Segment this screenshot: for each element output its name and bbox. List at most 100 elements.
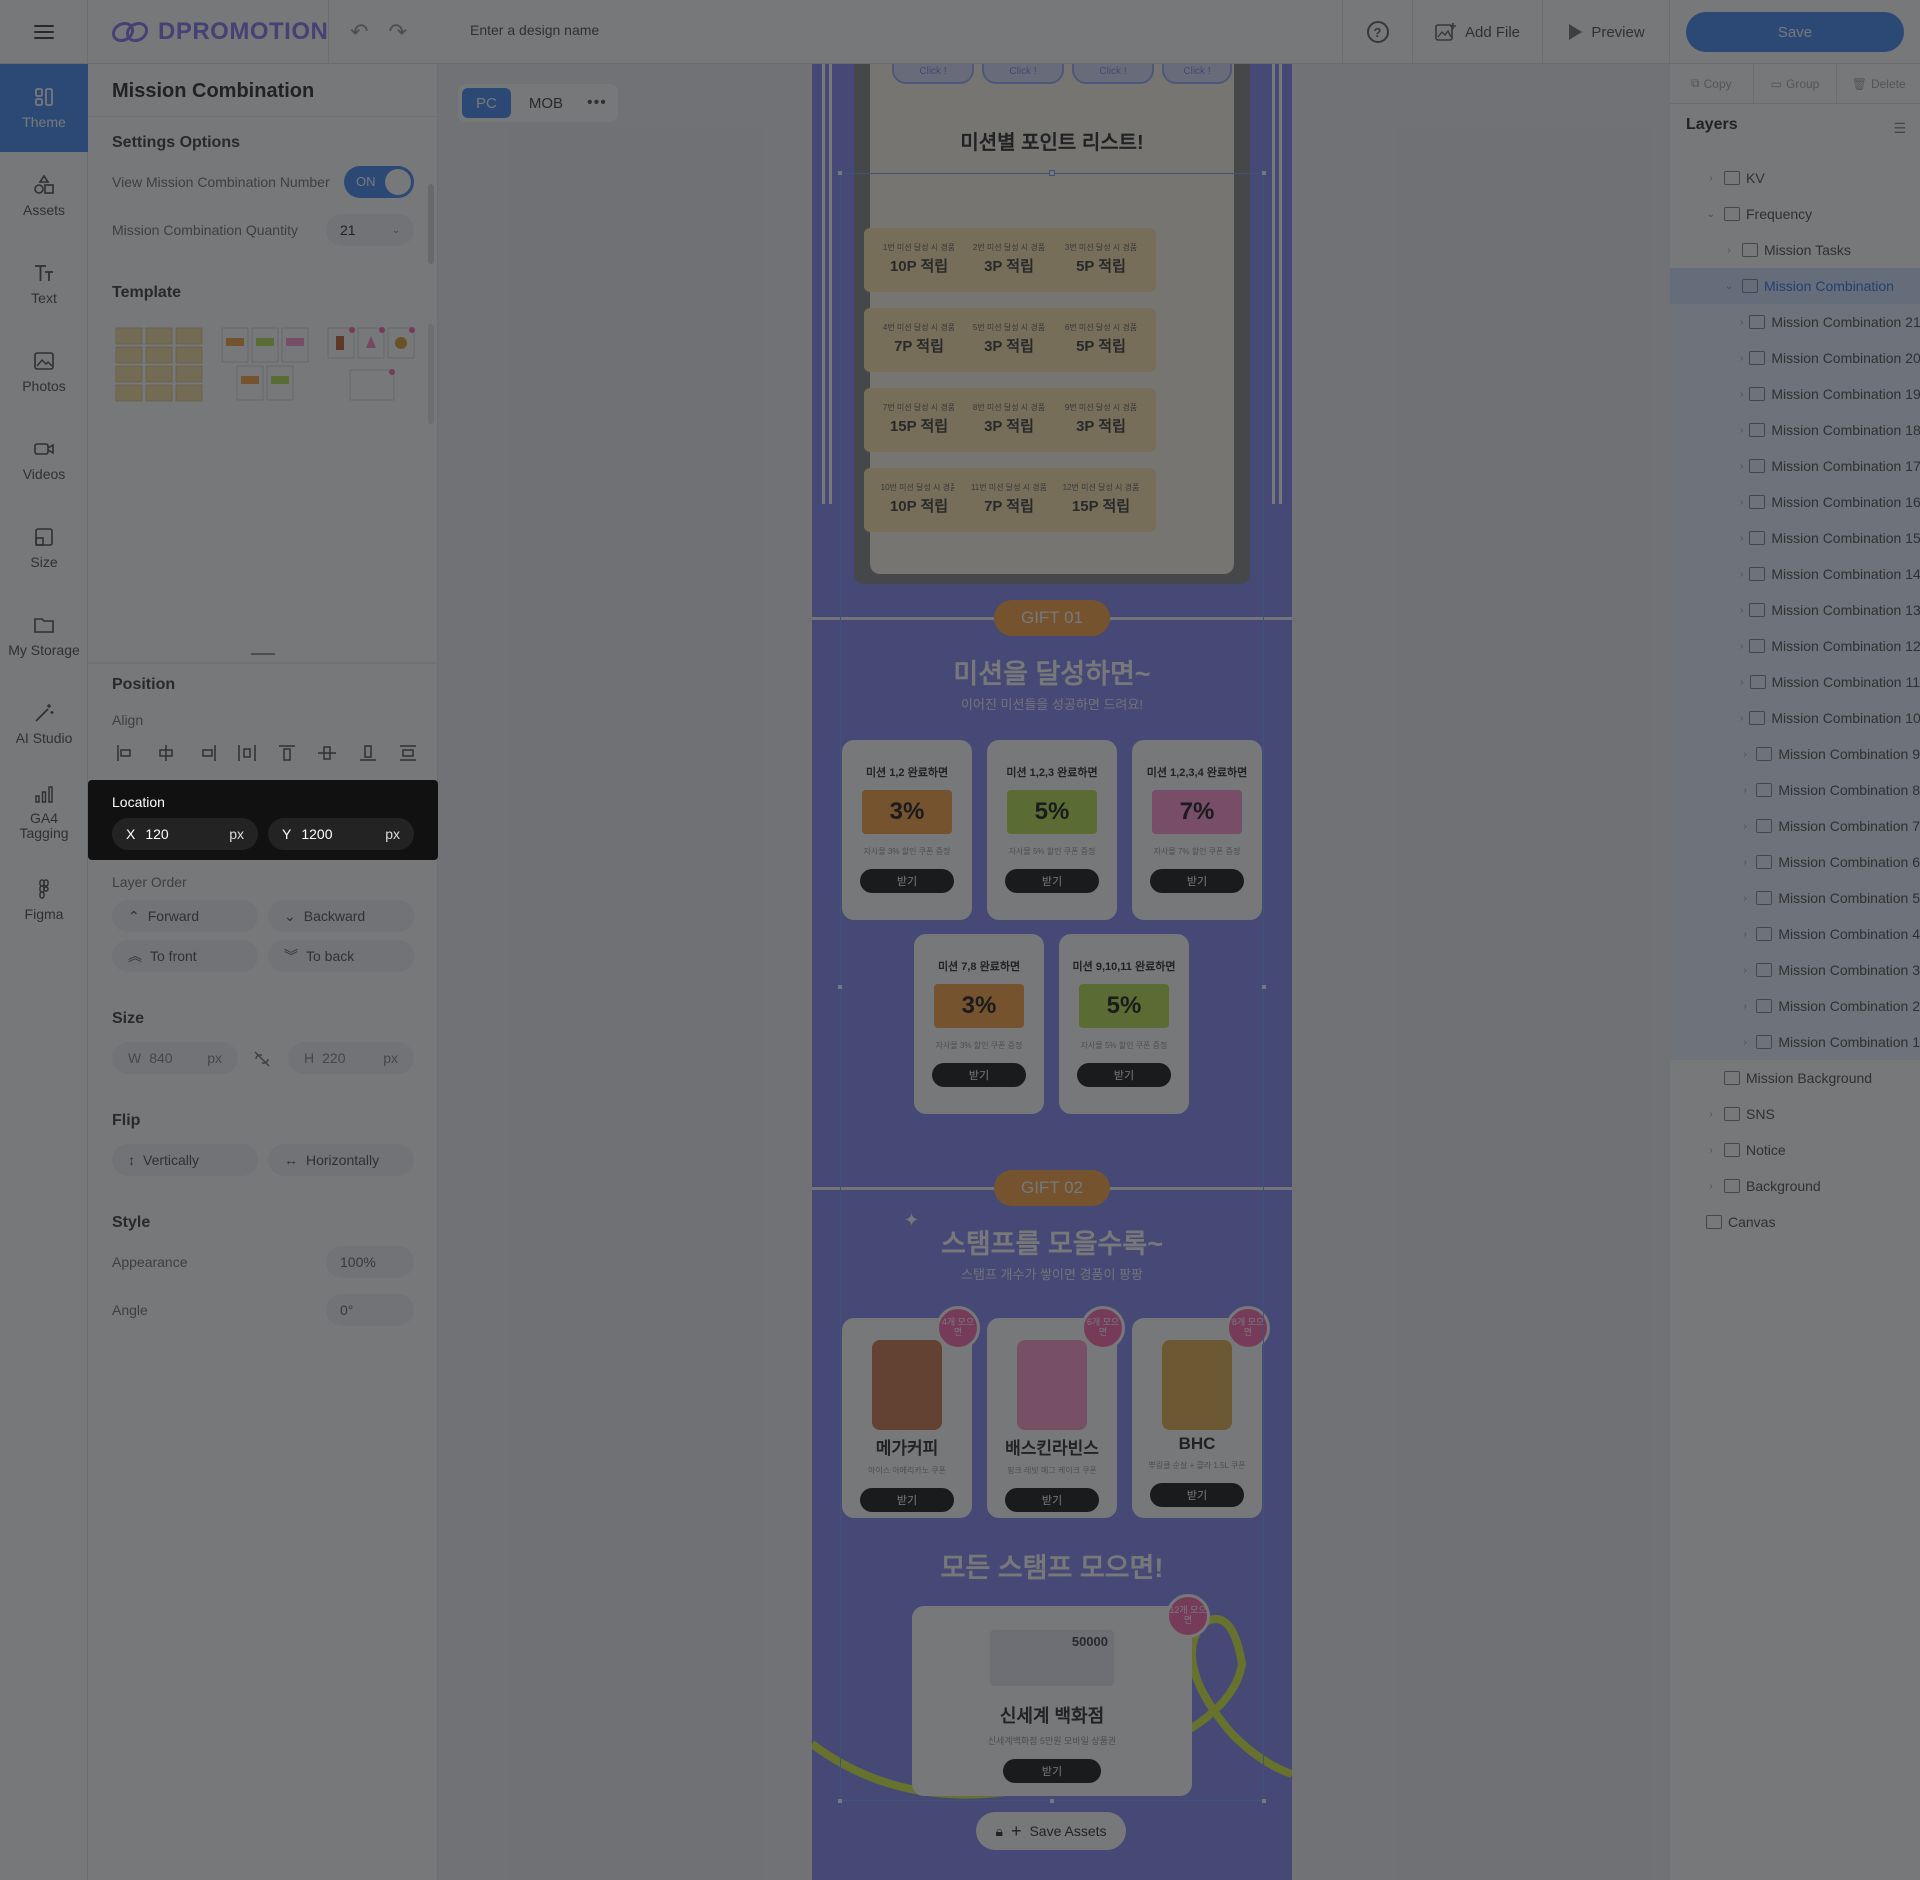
layer-item[interactable]: › Mission Combination 2 bbox=[1670, 988, 1920, 1024]
chevron-right-icon[interactable]: › bbox=[1740, 605, 1743, 616]
layer-item[interactable]: › Notice bbox=[1670, 1132, 1920, 1168]
chevron-right-icon[interactable]: › bbox=[1740, 461, 1743, 472]
panel-scrollbar[interactable] bbox=[428, 324, 434, 424]
resize-handle[interactable] bbox=[837, 1798, 843, 1804]
layer-item[interactable]: › Mission Tasks bbox=[1670, 232, 1920, 268]
flip-horizontal-button[interactable]: ↔ Horizontally bbox=[268, 1144, 414, 1176]
chevron-right-icon[interactable]: › bbox=[1740, 785, 1750, 796]
align-left-icon[interactable] bbox=[112, 739, 140, 767]
layer-item[interactable]: › Background bbox=[1670, 1168, 1920, 1204]
forward-button[interactable]: ⌃ Forward bbox=[112, 900, 258, 932]
resize-handle[interactable] bbox=[1049, 1798, 1055, 1804]
align-center-h-icon[interactable] bbox=[152, 739, 180, 767]
more-icon[interactable]: ••• bbox=[581, 94, 607, 112]
layer-item[interactable]: › Mission Combination 4 bbox=[1670, 916, 1920, 952]
undo-icon[interactable]: ↶ bbox=[350, 19, 368, 45]
rail-item-my-storage[interactable]: My Storage bbox=[0, 592, 88, 680]
chevron-right-icon[interactable]: › bbox=[1740, 857, 1750, 868]
app-logo[interactable]: DPROMOTION bbox=[110, 18, 328, 46]
chevron-right-icon[interactable]: › bbox=[1704, 1145, 1718, 1156]
rail-item-assets[interactable]: Assets bbox=[0, 152, 88, 240]
height-field[interactable]: H 220 px bbox=[288, 1042, 414, 1074]
chevron-right-icon[interactable]: › bbox=[1740, 965, 1750, 976]
layer-item[interactable]: › Mission Combination 20 bbox=[1670, 340, 1920, 376]
design-name-input[interactable] bbox=[470, 22, 870, 38]
chevron-right-icon[interactable]: › bbox=[1740, 749, 1750, 760]
view-pc-tab[interactable]: PC bbox=[462, 88, 511, 118]
layer-item[interactable]: › Mission Combination 8 bbox=[1670, 772, 1920, 808]
collapse-all-icon[interactable]: ☰ bbox=[1893, 120, 1906, 137]
rail-item-photos[interactable]: Photos bbox=[0, 328, 88, 416]
quantity-select[interactable]: 21 ⌄ bbox=[326, 214, 414, 246]
layer-item[interactable]: › Mission Combination 9 bbox=[1670, 736, 1920, 772]
preview-button[interactable]: Preview bbox=[1542, 0, 1670, 64]
layer-item[interactable]: › Mission Combination 6 bbox=[1670, 844, 1920, 880]
rail-item-ai-studio[interactable]: AI Studio bbox=[0, 680, 88, 768]
chevron-right-icon[interactable]: › bbox=[1704, 1181, 1718, 1192]
template-option-coupons[interactable] bbox=[220, 326, 310, 406]
flip-vertical-button[interactable]: ↕ Vertically bbox=[112, 1144, 258, 1176]
chevron-right-icon[interactable]: › bbox=[1740, 1001, 1750, 1012]
layer-item[interactable]: › Mission Combination 10 bbox=[1670, 700, 1920, 736]
view-mob-tab[interactable]: MOB bbox=[515, 88, 577, 118]
x-position-field[interactable]: X 120 px bbox=[112, 818, 258, 850]
layer-item[interactable]: ⌄ Mission Combination bbox=[1670, 268, 1920, 304]
chevron-right-icon[interactable]: › bbox=[1740, 389, 1743, 400]
group-button[interactable]: ▭ Group bbox=[1754, 64, 1838, 103]
chevron-right-icon[interactable]: › bbox=[1740, 713, 1743, 724]
to-front-button[interactable]: ︽ To front bbox=[112, 940, 258, 972]
save-button[interactable]: Save bbox=[1686, 12, 1904, 52]
chevron-right-icon[interactable]: › bbox=[1704, 173, 1718, 184]
click-chip[interactable]: Click ! bbox=[982, 64, 1064, 84]
chevron-right-icon[interactable]: › bbox=[1740, 821, 1750, 832]
align-top-icon[interactable] bbox=[273, 739, 301, 767]
view-number-toggle[interactable]: ON bbox=[344, 166, 414, 198]
layer-item[interactable]: ⌄ Frequency bbox=[1670, 196, 1920, 232]
angle-field[interactable]: 0° bbox=[326, 1294, 414, 1326]
add-file-button[interactable]: Add File bbox=[1412, 0, 1542, 64]
layer-item[interactable]: › Mission Combination 21 bbox=[1670, 304, 1920, 340]
layer-item[interactable]: › KV bbox=[1670, 160, 1920, 196]
distribute-v-icon[interactable] bbox=[394, 739, 422, 767]
distribute-h-icon[interactable] bbox=[233, 739, 261, 767]
align-right-icon[interactable] bbox=[193, 739, 221, 767]
layer-item[interactable]: › Mission Combination 3 bbox=[1670, 952, 1920, 988]
layer-item[interactable]: › Mission Combination 15 bbox=[1670, 520, 1920, 556]
backward-button[interactable]: ⌄ Backward bbox=[268, 900, 414, 932]
resize-handle[interactable] bbox=[1261, 170, 1267, 176]
rail-item-videos[interactable]: Videos bbox=[0, 416, 88, 504]
layer-item[interactable]: › Mission Combination 17 bbox=[1670, 448, 1920, 484]
click-chip[interactable]: Click ! bbox=[1072, 64, 1154, 84]
chevron-right-icon[interactable]: › bbox=[1740, 893, 1750, 904]
resize-handle[interactable] bbox=[1261, 1798, 1267, 1804]
to-back-button[interactable]: ︾ To back bbox=[268, 940, 414, 972]
layer-item[interactable]: › Mission Combination 16 bbox=[1670, 484, 1920, 520]
save-assets-button[interactable]: 🔒︎ + Save Assets bbox=[976, 1812, 1126, 1850]
chevron-right-icon[interactable]: › bbox=[1740, 677, 1744, 688]
layer-item[interactable]: › Mission Combination 13 bbox=[1670, 592, 1920, 628]
chevron-right-icon[interactable]: › bbox=[1704, 1109, 1718, 1120]
layer-item[interactable]: › Mission Combination 1 bbox=[1670, 1024, 1920, 1060]
chevron-right-icon[interactable]: › bbox=[1740, 533, 1743, 544]
layer-item[interactable]: Mission Background bbox=[1670, 1060, 1920, 1096]
template-option-stamps[interactable] bbox=[326, 326, 416, 406]
width-field[interactable]: W 840 px bbox=[112, 1042, 238, 1074]
appearance-field[interactable]: 100% bbox=[326, 1246, 414, 1278]
copy-button[interactable]: ⧉ Copy bbox=[1670, 64, 1754, 103]
rail-item-theme[interactable]: Theme bbox=[0, 64, 88, 152]
layer-item[interactable]: › Mission Combination 7 bbox=[1670, 808, 1920, 844]
chevron-down-icon[interactable]: ⌄ bbox=[1722, 281, 1736, 292]
y-position-field[interactable]: Y 1200 px bbox=[268, 818, 414, 850]
rail-item-text[interactable]: Text bbox=[0, 240, 88, 328]
layer-item[interactable]: › Mission Combination 11 bbox=[1670, 664, 1920, 700]
chevron-right-icon[interactable]: › bbox=[1740, 317, 1743, 328]
chevron-right-icon[interactable]: › bbox=[1740, 929, 1750, 940]
chevron-right-icon[interactable]: › bbox=[1740, 425, 1743, 436]
layer-item[interactable]: › Mission Combination 19 bbox=[1670, 376, 1920, 412]
resize-handle[interactable] bbox=[1261, 984, 1267, 990]
layer-item[interactable]: › Mission Combination 12 bbox=[1670, 628, 1920, 664]
layer-item[interactable]: Canvas bbox=[1670, 1204, 1920, 1240]
chevron-right-icon[interactable]: › bbox=[1740, 1037, 1750, 1048]
chevron-right-icon[interactable]: › bbox=[1722, 245, 1736, 256]
chevron-right-icon[interactable]: › bbox=[1740, 353, 1743, 364]
